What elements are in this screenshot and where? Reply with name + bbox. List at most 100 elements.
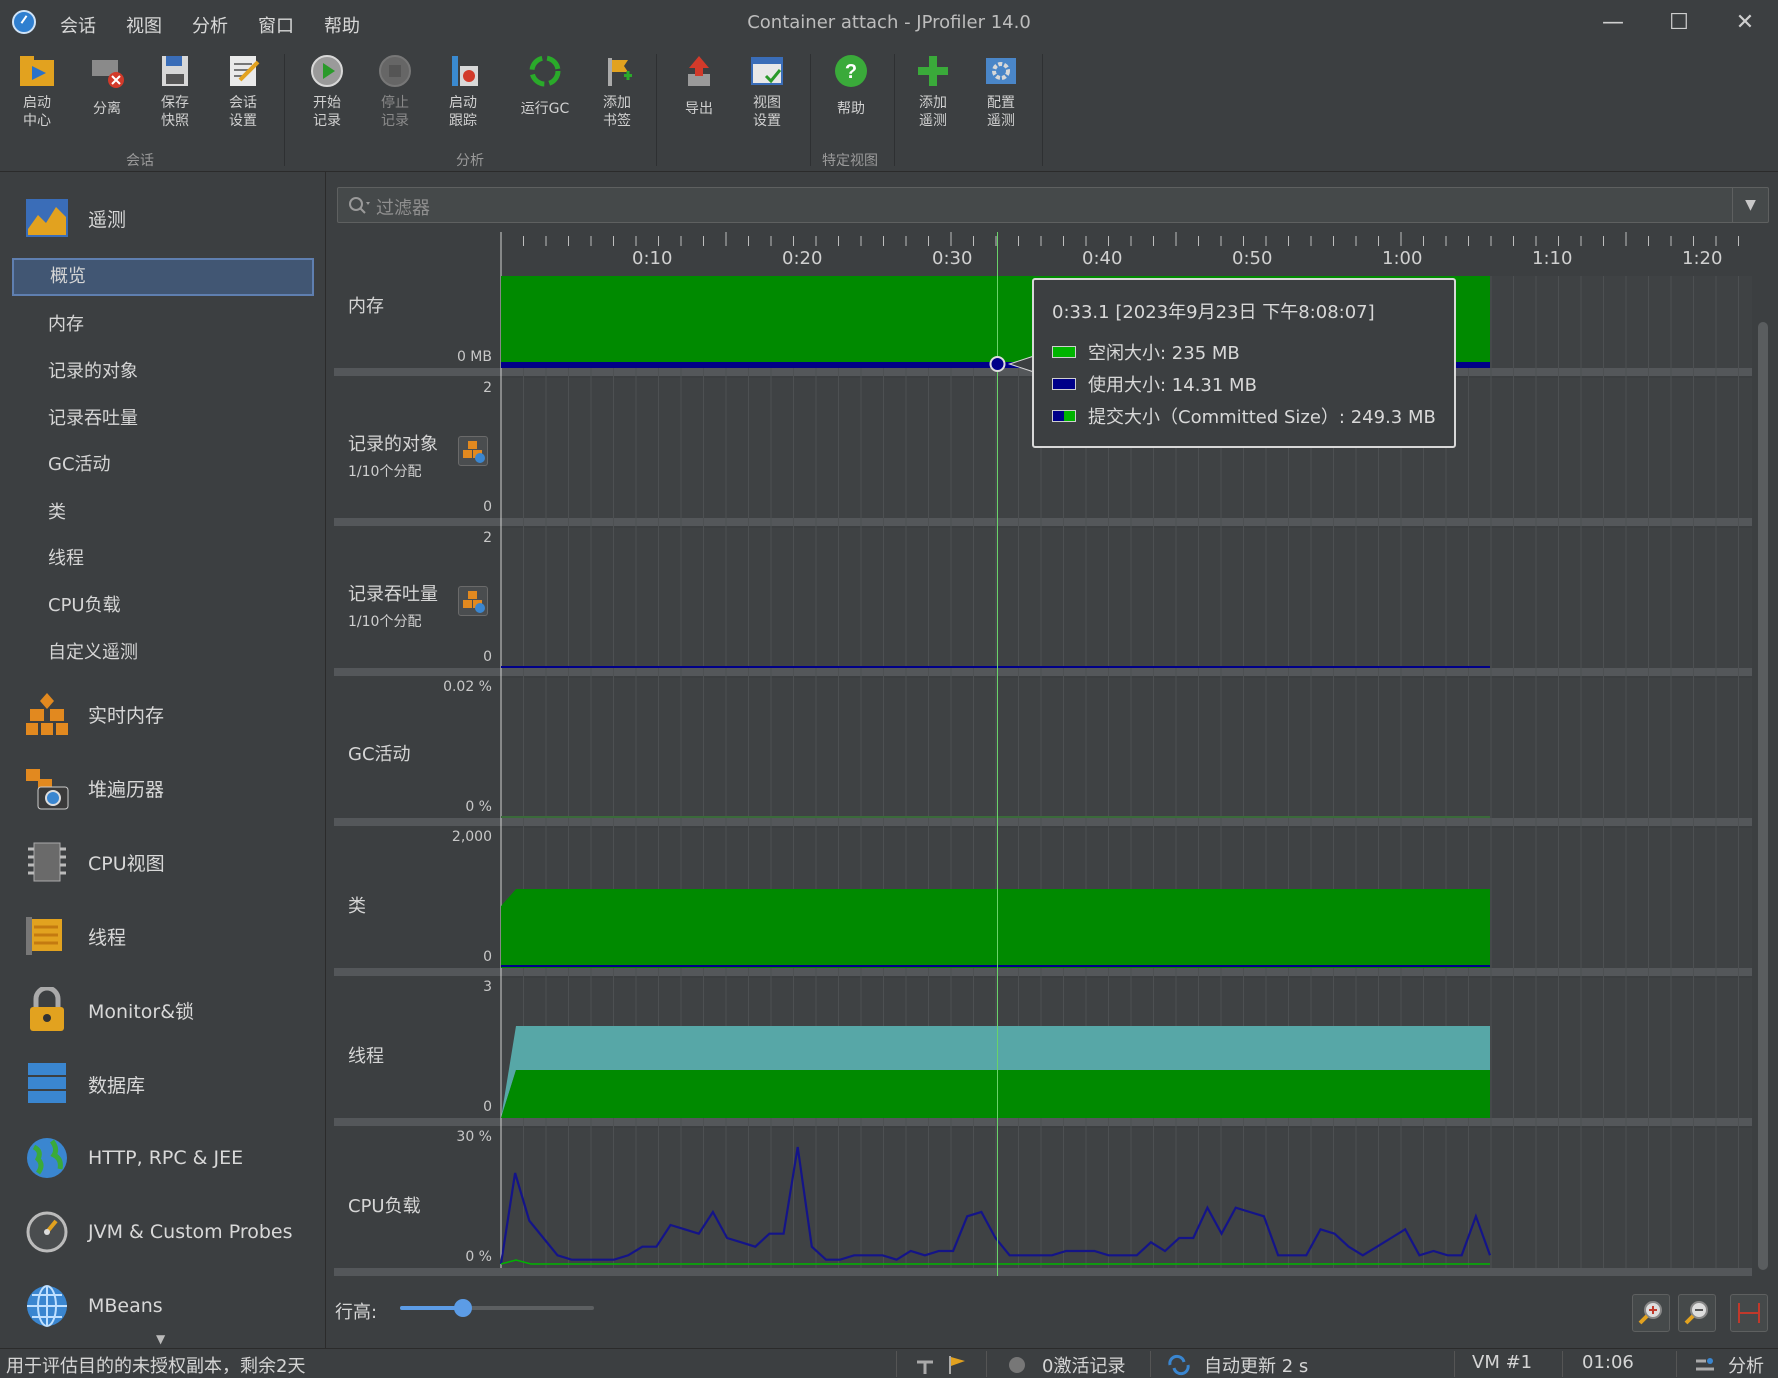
vm-id: VM #1	[1472, 1352, 1533, 1373]
group-label-analysis: 分析	[456, 153, 484, 169]
live-memory-icon	[24, 691, 70, 737]
title-bar: 会话 视图 分析 窗口 帮助 Container attach - JProfi…	[0, 0, 1778, 46]
row-height-slider-knob[interactable]	[454, 1299, 472, 1317]
chart-row-separator	[334, 1118, 1752, 1126]
sidebar-item-recorded-objects[interactable]: 记录的对象	[12, 353, 314, 391]
sidebar-item-cpu-load[interactable]: CPU负载	[12, 587, 314, 625]
stop-recording-button[interactable]: 停止 记录	[362, 52, 428, 130]
sidebar-item-recorded-throughput[interactable]: 记录吞吐量	[12, 400, 314, 438]
sidebar-item-memory[interactable]: 内存	[12, 306, 314, 344]
license-notice: 用于评估目的的未授权副本，剩余2天	[6, 1356, 306, 1377]
start-recording-button[interactable]: 开始 记录	[294, 52, 360, 130]
row-label-memory[interactable]: 内存	[348, 292, 384, 318]
toolbar-separator	[284, 54, 285, 166]
filter-placeholder: 过滤器	[376, 198, 430, 219]
time-tick: 0:10	[632, 248, 673, 269]
row-label-recorded-objects[interactable]: 记录的对象	[348, 430, 438, 456]
run-gc-label: 运行GC	[520, 101, 570, 117]
status-separator	[896, 1351, 897, 1377]
toolbar-separator	[1042, 54, 1043, 166]
sidebar-section-http-rpc-jee[interactable]: HTTP, RPC & JEE	[24, 1128, 243, 1188]
gc-y-min: 0 %	[465, 799, 492, 815]
analysis-status[interactable]: 分析	[1728, 1352, 1764, 1378]
status-separator	[1150, 1351, 1151, 1377]
tooltip-time: 0:33.1 [2023年9月23日 下午8:08:07]	[1052, 302, 1375, 323]
vertical-scrollbar-thumb[interactable]	[1758, 322, 1768, 1270]
allocation-recording-icon[interactable]	[458, 436, 488, 466]
close-button[interactable]: ✕	[1720, 6, 1770, 40]
tooltip-free: 空闲大小: 235 MB	[1088, 343, 1240, 364]
maximize-button[interactable]: ☐	[1654, 6, 1704, 40]
sidebar-section-telemetry[interactable]: 遥测	[24, 188, 126, 248]
sidebar-item-overview[interactable]: 概览	[12, 258, 314, 296]
filter-dropdown-button[interactable]: ▼	[1732, 188, 1768, 222]
sidebar-section-monitors-locks[interactable]: Monitor&锁	[24, 980, 194, 1040]
sidebar-heap-walker-label: 堆遍历器	[88, 778, 165, 801]
stop-recording-label: 停止 记录	[381, 95, 409, 129]
telemetry-icon	[24, 195, 70, 241]
run-gc-button[interactable]: 运行GC	[512, 52, 578, 118]
auto-update-status[interactable]: 自动更新 2 s	[1204, 1352, 1308, 1378]
sidebar-item-gc-activity[interactable]: GC活动	[12, 446, 314, 484]
view-settings-icon	[748, 52, 786, 90]
start-tracking-button[interactable]: 启动 跟踪	[430, 52, 496, 130]
view-settings-button[interactable]: 视图 设置	[734, 52, 800, 130]
sidebar: 遥测 概览 内存 记录的对象 记录吞吐量 GC活动 类 线程 CPU负载 自定义…	[0, 172, 326, 1348]
configure-telemetry-icon	[982, 52, 1020, 90]
help-button[interactable]: ? 帮助	[818, 52, 884, 118]
status-separator	[1562, 1351, 1563, 1377]
status-bar: 用于评估目的的未授权副本，剩余2天 0激活记录 自动更新 2 s VM #1 0…	[0, 1348, 1778, 1378]
zoom-out-button[interactable]	[1678, 1294, 1716, 1332]
configure-telemetry-label: 配置 遥测	[987, 95, 1015, 129]
sidebar-item-threads[interactable]: 线程	[12, 540, 314, 578]
row-label-classes[interactable]: 类	[348, 892, 366, 918]
sidebar-section-mbeans[interactable]: MBeans	[24, 1276, 163, 1336]
analysis-icon	[1694, 1355, 1718, 1378]
sidebar-scroll-down-icon[interactable]: ▼	[156, 1332, 165, 1346]
row-label-recorded-throughput[interactable]: 记录吞吐量	[348, 580, 438, 606]
pin-icon[interactable]	[914, 1354, 936, 1378]
vertical-scrollbar[interactable]	[1756, 232, 1770, 1278]
sidebar-section-databases[interactable]: 数据库	[24, 1054, 145, 1114]
database-icon	[24, 1061, 70, 1107]
gc-y-max: 0.02 %	[443, 679, 492, 695]
threads-y-min: 0	[483, 1099, 492, 1115]
sidebar-section-cpu-views[interactable]: CPU视图	[24, 832, 165, 892]
globe-icon	[24, 1135, 70, 1181]
save-snapshot-icon	[156, 52, 194, 90]
minimize-button[interactable]: —	[1588, 6, 1638, 40]
row-height-slider[interactable]	[400, 1306, 594, 1310]
configure-telemetry-button[interactable]: 配置 遥测	[968, 52, 1034, 130]
detach-button[interactable]: 分离	[74, 52, 140, 118]
tooltip-row-committed: 提交大小（Committed Size）: 249.3 MB	[1052, 400, 1436, 432]
allocation-recording-icon[interactable]	[458, 586, 488, 616]
row-label-cpu-load[interactable]: CPU负载	[348, 1192, 421, 1218]
row-label-gc-activity[interactable]: GC活动	[348, 740, 411, 766]
session-settings-icon	[224, 52, 262, 90]
row-label-threads[interactable]: 线程	[348, 1042, 384, 1068]
sidebar-item-custom-telemetry[interactable]: 自定义遥测	[12, 634, 314, 672]
classes-area	[501, 889, 1490, 968]
stop-recording-icon	[376, 52, 414, 90]
active-recordings[interactable]: 0激活记录	[1042, 1352, 1125, 1378]
export-button[interactable]: 导出	[666, 52, 732, 118]
save-snapshot-label: 保存 快照	[161, 95, 189, 129]
launch-center-button[interactable]: 启动 中心	[4, 52, 70, 130]
time-tick: 1:00	[1382, 248, 1423, 269]
fit-to-window-button[interactable]	[1730, 1294, 1768, 1332]
zoom-in-button[interactable]	[1632, 1294, 1670, 1332]
sidebar-section-jvm-probes[interactable]: JVM & Custom Probes	[24, 1202, 293, 1262]
sidebar-section-heap-walker[interactable]: 堆遍历器	[24, 758, 164, 818]
zoom-out-icon	[1684, 1301, 1708, 1325]
session-settings-button[interactable]: 会话 设置	[210, 52, 276, 130]
group-label-specific-view: 特定视图	[822, 153, 878, 169]
filter-field[interactable]: 过滤器 ▼	[337, 187, 1769, 223]
flag-icon[interactable]	[946, 1354, 968, 1378]
save-snapshot-button[interactable]: 保存 快照	[142, 52, 208, 130]
sidebar-section-live-memory[interactable]: 实时内存	[24, 684, 164, 744]
add-telemetry-button[interactable]: 添加 遥测	[900, 52, 966, 130]
add-bookmark-button[interactable]: 添加 书签	[584, 52, 650, 130]
classes-y-max: 2,000	[451, 829, 492, 845]
sidebar-item-classes[interactable]: 类	[12, 494, 314, 532]
sidebar-section-threads[interactable]: 线程	[24, 906, 126, 966]
